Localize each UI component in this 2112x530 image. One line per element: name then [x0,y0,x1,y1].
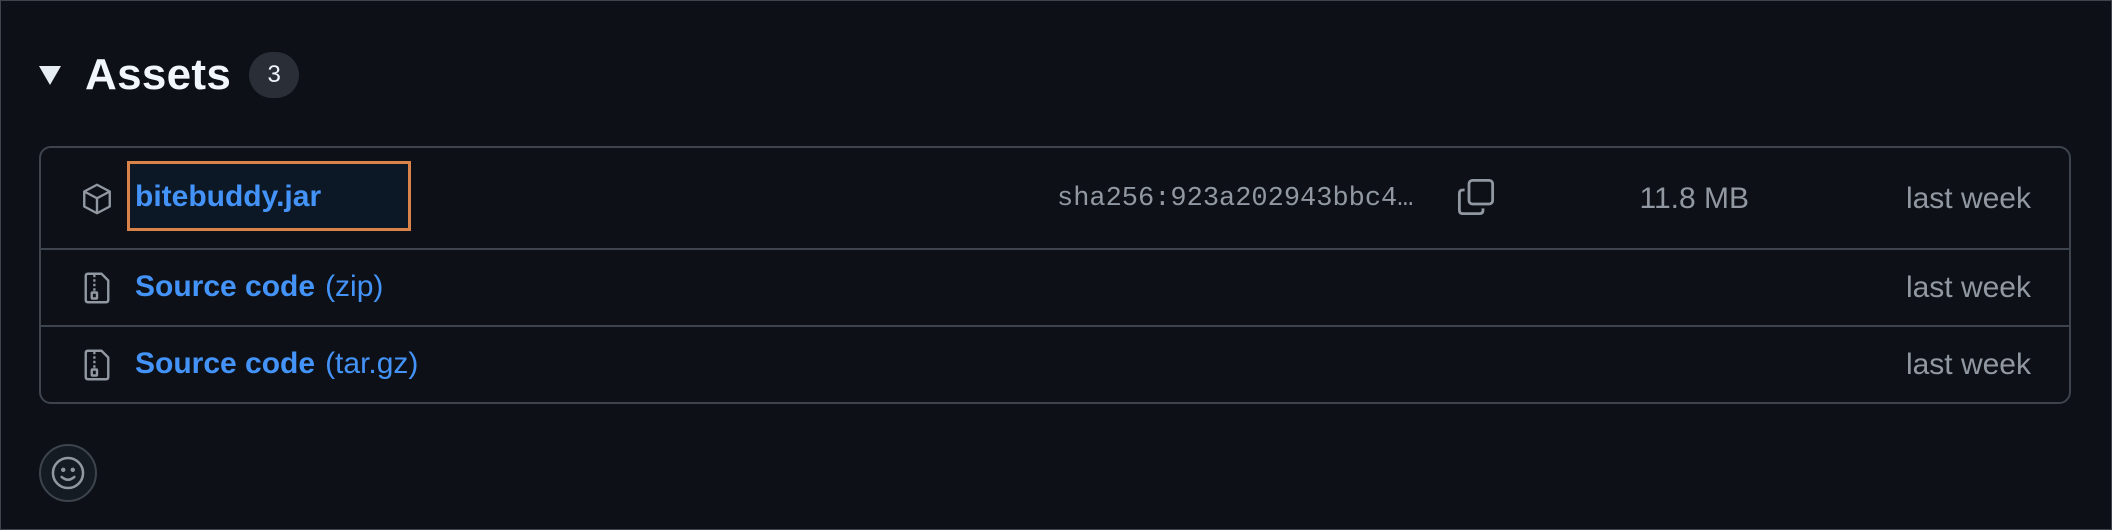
file-zip-icon [84,349,110,381]
asset-name: Source code [135,347,316,380]
asset-format: (tar.gz) [325,347,419,380]
package-icon [83,183,111,215]
asset-date: last week [1905,271,2031,304]
assets-list: bitebuddy.jar sha256:923a202943bbc4… 11.… [39,146,2071,404]
asset-size: 11.8 MB [1639,182,1750,215]
asset-link-source-zip[interactable]: Source code (zip) [135,270,383,304]
asset-sha256: sha256:923a202943bbc4… [1057,184,1414,214]
asset-link-source-targz[interactable]: Source code (tar.gz) [135,347,418,381]
asset-format: (zip) [325,270,384,303]
assets-count-badge: 3 [249,52,300,98]
asset-row-targz: Source code (tar.gz) last week [41,327,2069,402]
asset-date: last week [1905,348,2031,381]
asset-name: Source code [135,270,316,303]
add-reaction-button[interactable] [39,444,97,502]
asset-row-zip: Source code (zip) last week [41,250,2069,327]
asset-name: bitebuddy.jar [135,180,322,213]
collapse-caret-icon[interactable] [39,65,61,85]
copy-icon[interactable] [1455,176,1497,218]
assets-title: Assets [85,50,232,99]
asset-row-jar: bitebuddy.jar sha256:923a202943bbc4… 11.… [41,148,2069,250]
asset-date: last week [1905,182,2031,215]
asset-link-jar[interactable]: bitebuddy.jar [135,180,321,214]
assets-header: Assets 3 [39,47,300,103]
release-assets-panel: Assets 3 bitebuddy.jar sha256:923a202943… [0,0,2112,530]
file-zip-icon [84,272,110,304]
smiley-icon [51,456,85,490]
